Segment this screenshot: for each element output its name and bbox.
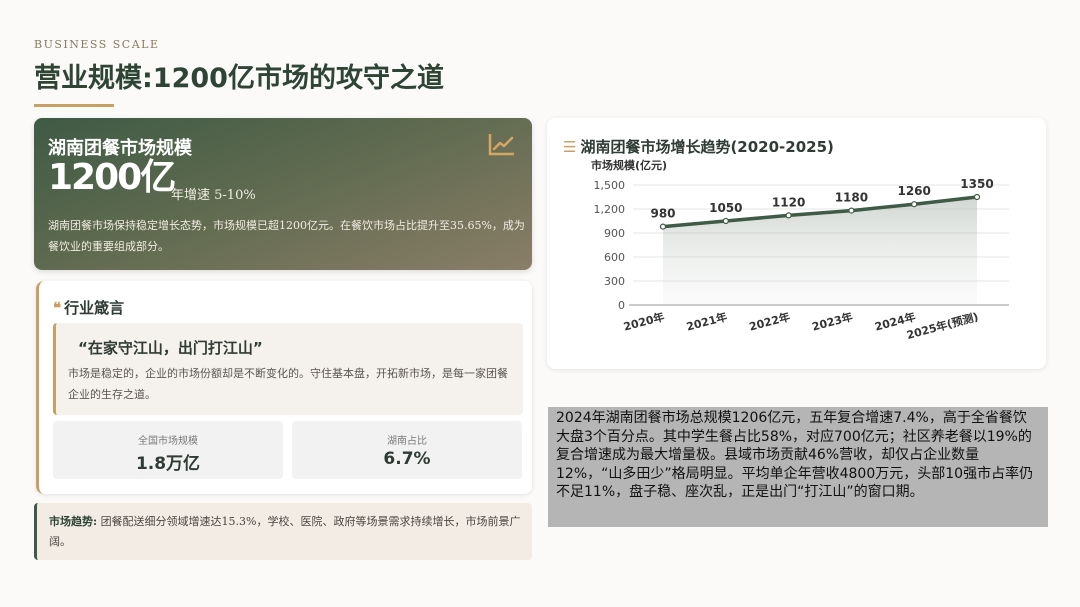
market-trend-body: 团餐配送细分领域增速达15.3%，学校、医院、政府等场景需求持续增长，市场前景广…	[49, 515, 521, 548]
industry-motto-card: ❝ 行业箴言 “在家守江山，出门打江山” 市场是稳定的，企业的市场份额却是不断变化…	[36, 281, 532, 494]
motto-heading-label: 行业箴言	[64, 299, 125, 317]
x-tick-label: 2021年	[685, 309, 729, 333]
x-tick-label: 2020年	[622, 309, 666, 333]
data-point	[722, 217, 729, 225]
market-size-card: 湖南团餐市场规模 1200亿 年增速 5-10% 湖南团餐市场保持稳定增长态势，…	[34, 118, 532, 270]
page-kicker: BUSINESS SCALE	[34, 38, 160, 51]
x-tick-label: 2025年(预测)	[905, 309, 980, 342]
page-title: 营业规模:1200亿市场的攻守之道	[34, 63, 444, 94]
data-point	[659, 223, 667, 230]
trend-chart-icon	[488, 132, 516, 160]
motto-heading: ❝ 行业箴言	[53, 297, 124, 318]
market-trend-box: 市场趋势: 团餐配送细分领域增速达15.3%，学校、医院、政府等场景需求持续增长…	[34, 503, 532, 560]
growth-chart-card: ☰ 湖南团餐市场增长趋势(2020-2025) 市场规模(亿元) 0 300 600 90…	[547, 118, 1046, 369]
growth-rate: 年增速 5-10%	[171, 188, 256, 203]
y-tick-label: 0	[618, 299, 625, 312]
stat-label: 湖南占比	[387, 436, 427, 447]
data-point	[785, 212, 792, 219]
y-tick-label: 1,500	[594, 179, 626, 192]
quote-icon: ❝	[53, 299, 62, 317]
market-size-value: 1200亿	[48, 157, 176, 198]
x-tick-label: 2022年	[748, 309, 792, 333]
data-label: 980	[650, 207, 675, 221]
quote-box: “在家守江山，出门打江山” 市场是稳定的，企业的市场份额却是不断变化的。守住基本…	[53, 323, 523, 415]
y-tick-label: 900	[604, 227, 625, 240]
stat-hunan-share: 湖南占比 6.7%	[292, 421, 522, 479]
market-size-description: 湖南团餐市场保持稳定增长态势，市场规模已超1200亿元。在餐饮市场占比提升至35…	[48, 219, 525, 253]
title-divider	[34, 104, 114, 107]
data-label: 1120	[772, 195, 805, 209]
data-label: 1180	[835, 191, 868, 205]
y-axis-label: 市场规模(亿元)	[591, 158, 667, 172]
data-point	[911, 201, 918, 208]
y-tick-label: 1,200	[594, 203, 626, 216]
data-label: 1350	[960, 177, 993, 191]
y-tick-label: 600	[604, 251, 625, 264]
market-trend-label: 市场趋势:	[49, 515, 98, 528]
data-label: 1050	[709, 201, 742, 215]
growth-line-chart: 市场规模(亿元) 0 300 600 900 1,200 1,500 980 2020年 1050…	[591, 158, 1009, 342]
market-trend-text: 市场趋势: 团餐配送细分领域增速达15.3%，学校、医院、政府等场景需求持续增长…	[49, 512, 529, 552]
market-summary-note: 2024年湖南团餐市场总规模1206亿元，五年复合增速7.4%，高于全省餐饮大盘…	[548, 407, 1048, 527]
data-label: 1260	[897, 184, 930, 198]
motto-quote: “在家守江山，出门打江山”	[78, 339, 263, 357]
stat-label: 全国市场规模	[138, 436, 198, 447]
data-point	[848, 207, 855, 214]
data-point	[973, 193, 981, 201]
x-tick-label: 2023年	[810, 309, 854, 333]
stat-value: 6.7%	[383, 449, 431, 469]
y-tick-label: 300	[604, 275, 625, 288]
stat-value: 1.8万亿	[135, 454, 201, 474]
stat-national-market: 全国市场规模 1.8万亿	[53, 421, 283, 479]
motto-text: 市场是稳定的，企业的市场份额却是不断变化的。守住基本盘，开拓新市场，是每一家团餐…	[68, 367, 508, 401]
